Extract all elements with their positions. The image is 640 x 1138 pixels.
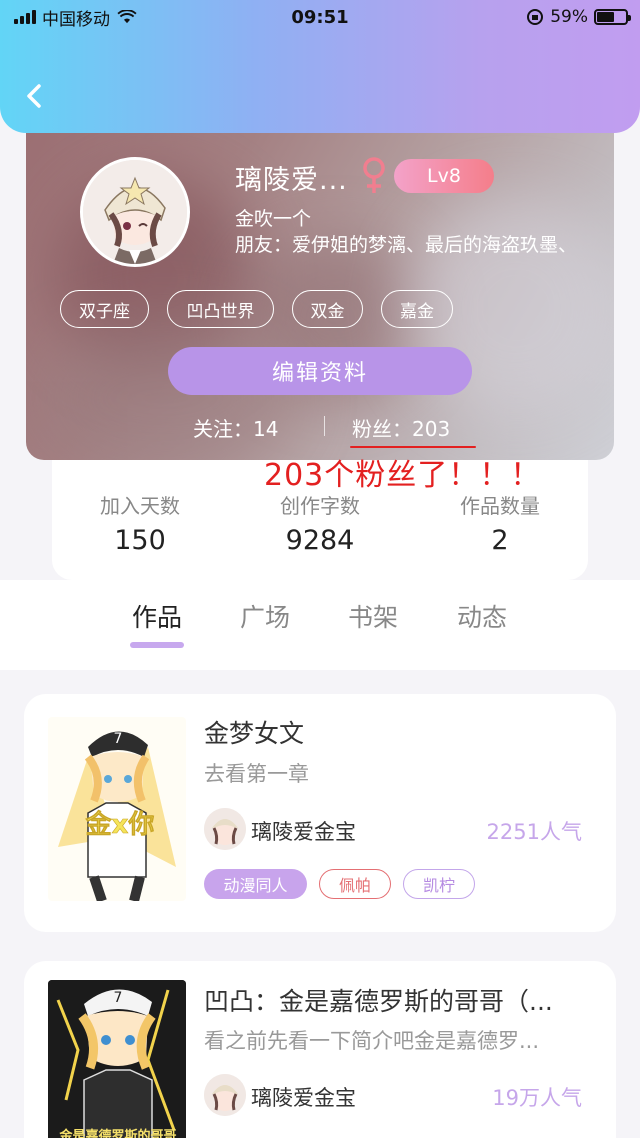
work-author[interactable]: 璃陵爱金宝	[251, 1082, 356, 1112]
fans-count[interactable]: 粉丝：203	[352, 413, 450, 442]
work-tag[interactable]: 动漫同人	[204, 869, 307, 899]
svg-text:7: 7	[114, 731, 123, 747]
stat-join-days: 加入天数 150	[50, 490, 230, 556]
work-tag[interactable]: 凯柠	[403, 869, 475, 899]
work-cover[interactable]: 7 金x你	[48, 717, 186, 901]
stat-value: 2	[491, 525, 509, 556]
profile-tag[interactable]: 双子座	[60, 290, 149, 328]
profile-name: 璃陵爱...	[235, 165, 348, 196]
stat-label: 创作字数	[280, 494, 360, 518]
status-bar: 中国移动 09:51 59%	[0, 0, 640, 34]
work-description: 去看第一章	[204, 762, 309, 786]
divider	[324, 416, 325, 436]
tab-square[interactable]: 广场	[220, 598, 310, 634]
stat-label: 加入天数	[100, 494, 180, 518]
profile-tag[interactable]: 嘉金	[381, 290, 453, 328]
stat-label: 作品数量	[460, 494, 540, 518]
annotation-text: 203个粉丝了！！！	[264, 458, 542, 493]
profile-tags: 双子座 凹凸世界 双金 嘉金	[60, 290, 453, 328]
tab-bar	[0, 580, 640, 670]
work-description: 看之前先看一下简介吧金是嘉德罗...	[204, 1029, 540, 1053]
work-author[interactable]: 璃陵爱金宝	[251, 816, 356, 846]
tab-bookshelf[interactable]: 书架	[328, 598, 418, 634]
profile-tag[interactable]: 凹凸世界	[167, 290, 274, 328]
author-avatar[interactable]	[204, 1074, 246, 1116]
profile-tag[interactable]: 双金	[292, 290, 363, 328]
tab-activity[interactable]: 动态	[437, 598, 527, 634]
cover-title: 金是嘉德罗斯的哥哥	[58, 1128, 176, 1138]
bio-line: 朋友：爱伊姐的梦漓、最后的海盗玖墨、	[235, 234, 578, 256]
active-tab-indicator	[130, 642, 184, 648]
level-badge: Lv8	[394, 159, 494, 193]
annotation-underline	[350, 446, 476, 448]
stat-value: 9284	[285, 525, 355, 556]
stat-word-count: 创作字数 9284	[230, 490, 410, 556]
work-tags: 动漫同人 佩帕 凯柠	[204, 869, 475, 899]
work-popularity: 2251人气	[486, 820, 582, 844]
work-title[interactable]: 金梦女文	[204, 714, 594, 750]
back-button[interactable]	[18, 78, 50, 114]
carrier-label: 中国移动	[42, 9, 110, 30]
chevron-left-icon	[27, 84, 41, 108]
cover-title: 金x你	[85, 809, 155, 840]
tab-works[interactable]: 作品	[112, 598, 202, 634]
work-tag[interactable]: 佩帕	[319, 869, 391, 899]
battery-icon	[594, 9, 631, 25]
work-cover[interactable]: 7 金是嘉德罗斯的哥哥	[48, 980, 186, 1138]
female-icon	[363, 157, 385, 193]
clock: 09:51	[291, 6, 349, 28]
avatar[interactable]	[80, 157, 190, 267]
work-title[interactable]: 凹凸：金是嘉德罗斯的哥哥（...	[204, 982, 594, 1018]
signal-icon	[14, 10, 36, 24]
svg-text:7: 7	[114, 990, 123, 1006]
wifi-icon	[117, 10, 137, 24]
battery-percent: 59%	[550, 7, 588, 27]
stat-work-count: 作品数量 2	[410, 490, 590, 556]
orientation-lock-icon	[527, 9, 544, 25]
bio-line: 金吹一个	[235, 208, 312, 230]
author-avatar[interactable]	[204, 808, 246, 850]
profile-bio: 金吹一个 朋友：爱伊姐的梦漓、最后的海盗玖墨、	[235, 206, 615, 258]
edit-profile-button[interactable]: 编辑资料	[168, 347, 472, 395]
work-popularity: 19万人气	[492, 1086, 582, 1110]
stat-value: 150	[114, 525, 166, 556]
following-count[interactable]: 关注：14	[193, 413, 278, 442]
